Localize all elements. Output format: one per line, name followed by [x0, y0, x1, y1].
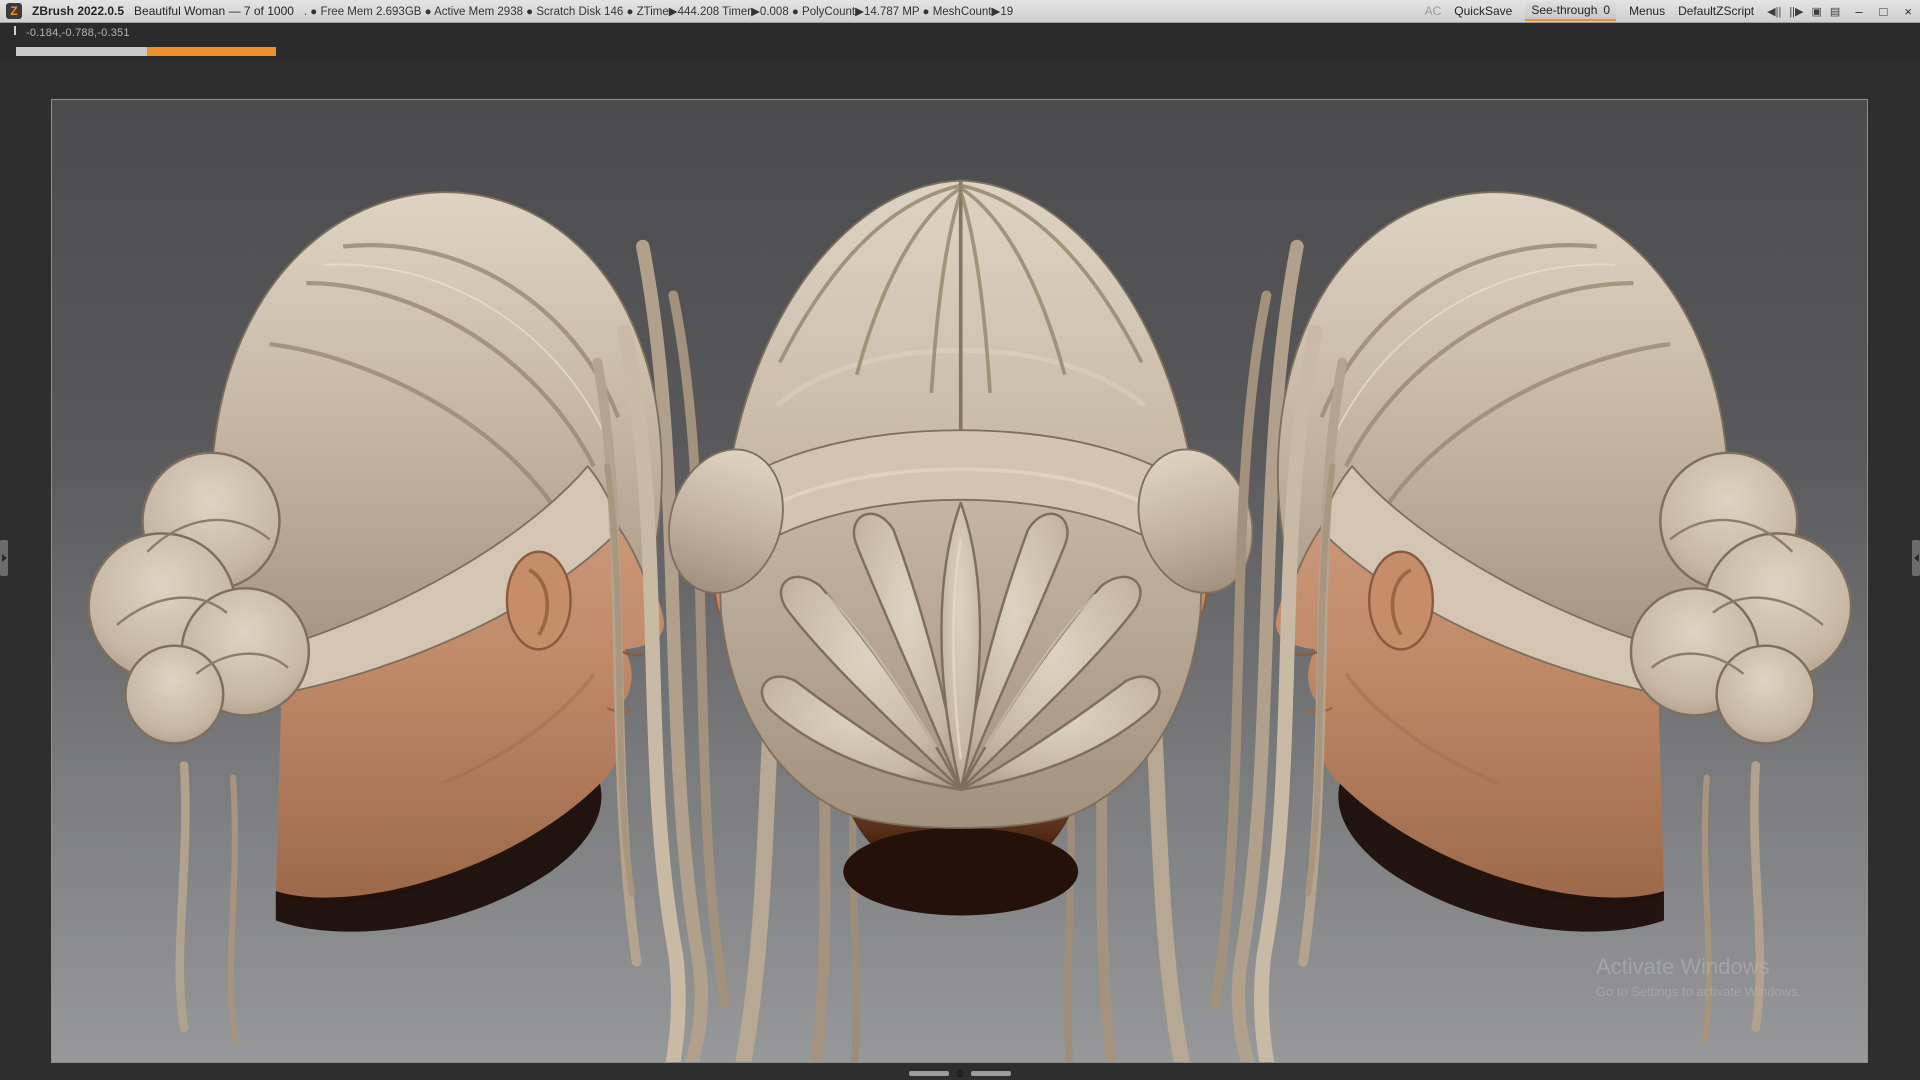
- cursor-tick-mark: [14, 26, 16, 35]
- coordinates-readout: -0.184,-0.788,-0.351: [26, 27, 130, 39]
- tray-icons: ◀|| ||▶ ▣ ▤: [1767, 5, 1840, 18]
- scroll-up-arrow-icon: [956, 1068, 964, 1073]
- minimize-icon[interactable]: –: [1853, 4, 1864, 19]
- hscroll-bar-right[interactable]: [971, 1070, 1011, 1076]
- default-zscript-button[interactable]: DefaultZScript: [1678, 4, 1754, 18]
- close-icon[interactable]: ×: [1902, 4, 1914, 19]
- app-title: ZBrush 2022.0.5: [32, 4, 125, 18]
- scroll-down-arrow-icon: [956, 1073, 964, 1078]
- progress-segment-orange: [147, 47, 276, 56]
- zbrush-window: Z ZBrush 2022.0.5 Beautiful Woman — 7 of…: [0, 0, 1920, 1080]
- quicksave-button[interactable]: QuickSave: [1454, 4, 1512, 18]
- scroll-left-arrow-icon: [1913, 554, 1919, 562]
- tool-progress-bar: [16, 47, 276, 56]
- see-through-label: See-through: [1531, 2, 1598, 17]
- hscroll-bar-left[interactable]: [909, 1070, 949, 1076]
- menus-toggle-button[interactable]: Menus: [1629, 4, 1665, 18]
- document-title: Beautiful Woman — 7 of 1000: [134, 4, 294, 18]
- zbrush-logo-icon: Z: [6, 3, 22, 19]
- scroll-right-arrow-icon: [1, 554, 7, 562]
- canvas-hscrollbar[interactable]: [909, 1068, 1011, 1078]
- workspace: Activate Windows Go to Settings to activ…: [0, 62, 1920, 1080]
- status-strip: -0.184,-0.788,-0.351: [0, 23, 1920, 62]
- ac-button[interactable]: AC: [1425, 4, 1442, 18]
- sculpt-viewport[interactable]: [52, 100, 1867, 1062]
- left-canvas-scroll-handle[interactable]: [0, 540, 8, 576]
- left-tray-icon[interactable]: ◀||: [1767, 5, 1781, 18]
- titlebar: Z ZBrush 2022.0.5 Beautiful Woman — 7 of…: [0, 0, 1920, 23]
- see-through-value: 0: [1603, 2, 1611, 17]
- document-grid-icon[interactable]: ▤: [1830, 5, 1840, 18]
- progress-segment-gray: [16, 47, 147, 56]
- maximize-icon[interactable]: □: [1878, 4, 1890, 19]
- right-canvas-scroll-handle[interactable]: [1912, 540, 1920, 576]
- see-through-slider[interactable]: See-through 0: [1525, 1, 1617, 21]
- memory-stats-readout: . ● Free Mem 2.693GB ● Active Mem 2938 ●…: [303, 6, 1014, 18]
- document-copy-icon[interactable]: ▣: [1812, 5, 1822, 18]
- hscroll-arrows[interactable]: [956, 1068, 964, 1078]
- document-canvas[interactable]: [51, 99, 1868, 1063]
- titlebar-controls: AC QuickSave See-through 0 Menus Default…: [1425, 1, 1914, 21]
- right-tray-icon[interactable]: ||▶: [1789, 5, 1803, 18]
